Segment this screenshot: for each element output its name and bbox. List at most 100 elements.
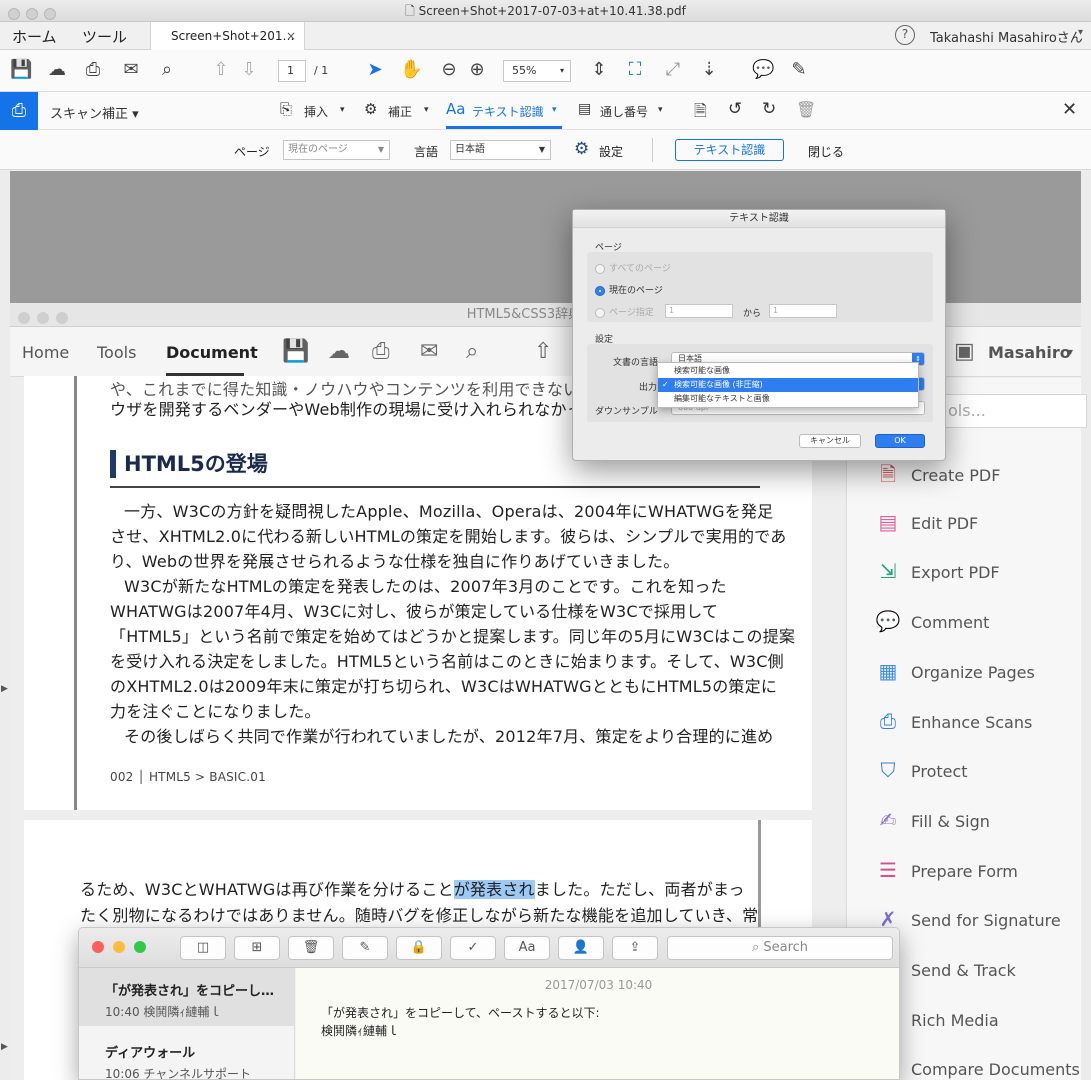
menu-item-selected[interactable]: ✓ 検索可能な画像 (非圧縮) (658, 378, 918, 392)
format-text-icon[interactable]: Aa (504, 936, 550, 960)
bates-number-icon[interactable]: ▤ (578, 101, 591, 117)
bates-chevron-icon[interactable]: ▾ (658, 105, 663, 115)
email-icon[interactable]: ✉ (120, 60, 142, 80)
compose-note-icon[interactable]: ✎ (342, 936, 388, 960)
prepare-form-icon: ☰ (879, 857, 897, 882)
page-from-input[interactable]: 1 (665, 304, 733, 318)
help-icon[interactable]: ? (895, 25, 915, 45)
delete-note-icon[interactable]: 🗑 (288, 936, 334, 960)
search-icon: ⌕ (751, 940, 764, 955)
main-toolbar: 💾 ☁ ⎙ ✉ ⌕ ⇧ ⇩ 1 / 1 ➤ ✋ ⊖ ⊕ 55% ▾ ⇕ ⛶ ⤢ … (0, 50, 1091, 92)
list-item[interactable]: ディアウォール 10:06 チャンネルサポート (79, 1030, 295, 1079)
page-select[interactable]: 現在のページ ▼ (283, 140, 390, 160)
note-subtitle: 10:40 検鬨隣ｨ縺輔ｌ (105, 1005, 222, 1019)
insert-chevron-icon[interactable]: ▾ (340, 105, 345, 115)
search-icon[interactable]: ⌕ (156, 60, 178, 80)
enhance-icon[interactable]: ⚙ (364, 100, 377, 118)
checklist-icon[interactable]: ✓ (450, 936, 496, 960)
add-people-icon[interactable]: 👤 (558, 936, 604, 960)
note-title: 「が発表され」をコピーし… (105, 984, 275, 999)
inner-user: Masahiro (988, 343, 1071, 362)
list-item[interactable]: 「が発表され」をコピーし… 10:40 検鬨隣ｨ縺輔ｌ (79, 968, 295, 1026)
left-panel-toggle-icon[interactable]: ▶ (1, 1042, 8, 1052)
tab-document[interactable]: Screen+Shot+201… × (150, 22, 305, 51)
doc-language-label: 文書の言語 (613, 358, 659, 368)
text-line-with-selection[interactable]: るため、W3CとWHATWGは再び作業を分けることが発表されました。ただし、両者… (80, 876, 745, 900)
text-recognition-icon[interactable]: Aa (446, 100, 465, 118)
page-properties-icon[interactable]: 🗎 (694, 100, 707, 127)
enhance-button[interactable]: 補正 (388, 103, 412, 120)
fit-width-icon[interactable]: ⛶ (624, 60, 646, 80)
upload-cloud-icon[interactable]: ☁ (46, 60, 68, 80)
organize-pages-icon: ▦ (878, 658, 898, 683)
hand-tool-icon[interactable]: ✋ (400, 60, 422, 80)
page-to-input[interactable]: 1 (769, 304, 837, 318)
notes-search-input[interactable]: ⌕ Search (667, 936, 893, 960)
delete-icon[interactable]: 🗑 (796, 100, 816, 119)
menu-item[interactable]: 検索可能な画像 (658, 364, 918, 378)
close-ocr-button[interactable]: 閉じる (808, 143, 844, 160)
bates-number-button[interactable]: 通し番号 (600, 103, 648, 120)
note-editor[interactable]: 2017/07/03 10:40 「が発表され」をコピーして、ペーストすると以下… (296, 968, 899, 1079)
comment-bubble-icon[interactable]: 💬 (752, 60, 774, 80)
gear-icon[interactable]: ⚙ (574, 139, 589, 159)
ocr-chevron-icon[interactable]: ▾ (552, 105, 557, 115)
scan-menu[interactable]: スキャン補正 ▾ (50, 103, 139, 122)
tools-panel-item-label: Send for Signature (911, 911, 1061, 931)
fit-page-icon[interactable]: ⇕ (588, 60, 610, 80)
share-icon[interactable]: ⇪ (612, 936, 658, 960)
highlight-pen-icon[interactable]: ✎ (788, 60, 810, 80)
menu-item[interactable]: 編集可能なテキストと画像 (658, 392, 918, 406)
lock-icon[interactable]: 🔒 (396, 936, 442, 960)
zoom-in-icon[interactable]: ⊕ (466, 60, 488, 80)
tools-panel-item: 💬 Comment (875, 609, 990, 633)
all-pages-option[interactable]: すべてのページ (595, 261, 671, 274)
language-select[interactable]: 日本語 ▼ (450, 140, 551, 160)
page-range-option[interactable]: ページ指定 (595, 305, 654, 318)
minimize-window-button[interactable] (113, 941, 125, 953)
zoom-out-icon[interactable]: ⊖ (438, 60, 460, 80)
current-page-option[interactable]: 現在のページ (595, 283, 663, 296)
text-recognition-button[interactable]: テキスト認識 (472, 103, 544, 120)
next-page-icon[interactable]: ⇩ (238, 60, 260, 80)
close-window-button[interactable] (92, 941, 104, 953)
insert-page-icon[interactable]: ⎘ (280, 100, 292, 118)
prev-page-icon[interactable]: ⇧ (210, 60, 232, 80)
settings-link[interactable]: 設定 (599, 143, 623, 160)
tab-tools[interactable]: ツール (82, 26, 127, 47)
print-icon[interactable]: ⎙ (82, 60, 104, 80)
scroll-mode-icon[interactable]: ⇣ (698, 60, 720, 80)
fullscreen-icon[interactable]: ⤢ (662, 60, 684, 80)
scan-toolbar: ⎙ スキャン補正 ▾ ⎘ 挿入 ▾ ⚙ 補正 ▾ Aa テキスト認識 ▾ ▤ 通… (0, 92, 1091, 130)
page-edge (74, 376, 77, 810)
zoom-window-button[interactable] (134, 941, 146, 953)
gallery-view-icon[interactable]: ⊞ (234, 936, 280, 960)
page-group: すべてのページ 現在のページ ページ指定 1 から 1 (587, 252, 933, 322)
save-icon[interactable]: 💾 (10, 60, 32, 80)
rotate-left-icon[interactable]: ↺ (728, 99, 742, 119)
section-heading: HTML5の登場 (110, 450, 268, 478)
note-body-line: 検鬨隣ｨ縺輔ｌ (321, 1024, 400, 1038)
close-tool-icon[interactable]: ✕ (1062, 99, 1077, 120)
cancel-button[interactable]: キャンセル (799, 434, 861, 448)
left-panel-toggle-icon[interactable]: ▶ (1, 684, 8, 694)
text-recognition-run-button[interactable]: テキスト認識 (675, 139, 784, 161)
tools-panel-item-label: Send & Track (911, 961, 1016, 980)
enhance-chevron-icon[interactable]: ▾ (424, 105, 429, 115)
zoom-select[interactable]: 55% ▾ (503, 60, 571, 82)
scan-tool-icon[interactable]: ⎙ (0, 92, 38, 130)
user-name[interactable]: Takahashi Masahiroさん (930, 27, 1083, 46)
page-number-input[interactable]: 1 (278, 60, 306, 82)
ok-button[interactable]: OK (875, 434, 925, 448)
selected-text[interactable]: が発表され (453, 880, 535, 899)
rotate-right-icon[interactable]: ↻ (762, 99, 776, 119)
insert-button[interactable]: 挿入 (304, 103, 328, 120)
checkmark-icon: ✓ (662, 380, 669, 389)
tab-home[interactable]: ホーム (12, 26, 57, 47)
user-menu-chevron-icon[interactable]: ▾ (1078, 27, 1083, 38)
close-tab-icon[interactable]: × (286, 22, 296, 50)
zoom-value: 55% (512, 64, 537, 77)
tools-panel-item-label: Edit PDF (911, 513, 979, 533)
sidebar-toggle-icon[interactable]: ◫ (180, 936, 226, 960)
select-cursor-icon[interactable]: ➤ (364, 60, 386, 80)
